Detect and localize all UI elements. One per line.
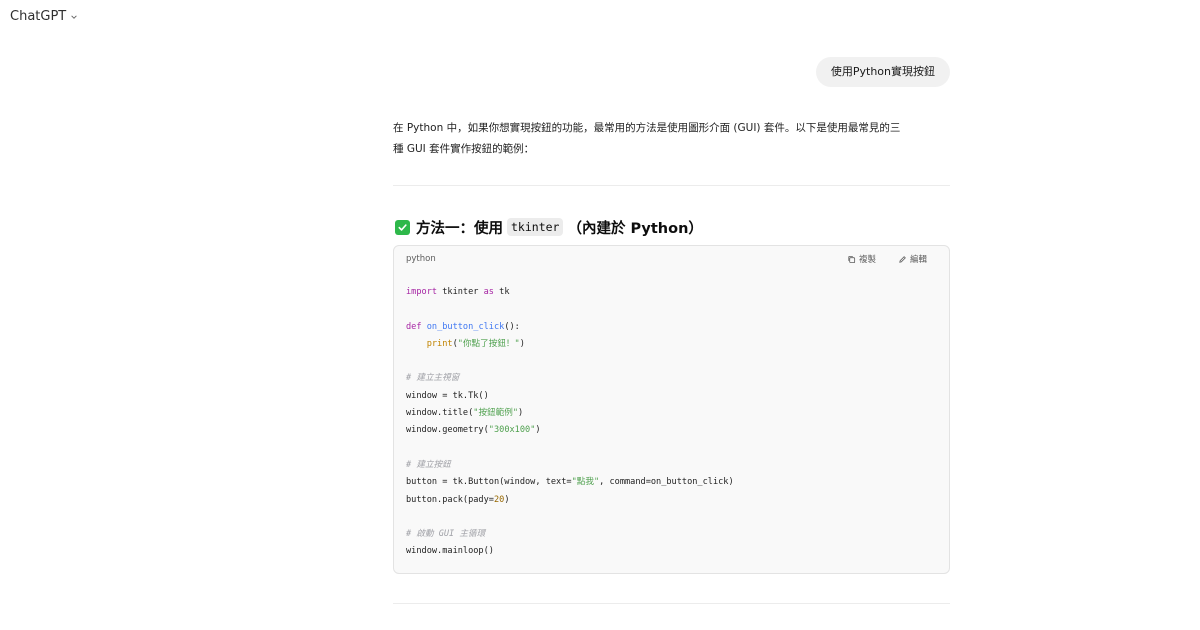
code-line: ​	[406, 440, 937, 457]
code-line: # 建立按鈕	[406, 459, 451, 470]
code-line: import tkinter as tk	[406, 287, 510, 297]
edit-label: 編輯	[909, 255, 927, 265]
code-line: def on_button_click():	[406, 321, 520, 332]
code-line: button.pack(pady=20)	[406, 494, 510, 505]
copy-label: 複製	[858, 255, 876, 265]
section-heading: 方法一：使用 tkinter （內建於 Python）	[393, 217, 950, 237]
user-message-text: 使用Python實現按鈕	[830, 65, 935, 78]
assistant-intro: 在 Python 中，如果你想實現按鈕的功能，最常用的方法是使用圖形介面 (GU…	[393, 118, 950, 160]
code-block-header: python 複製 編輯	[394, 246, 949, 272]
copy-code-button[interactable]: 複製	[847, 253, 876, 265]
code-line: ​	[406, 509, 937, 526]
code-line: window = tk.Tk()	[406, 390, 489, 401]
model-name: ChatGPT	[10, 9, 67, 24]
code-line: ​	[406, 301, 937, 318]
code-line: # 建立主視窗	[406, 373, 460, 384]
intro-line-2: 種 GUI 套件實作按鈕的範例：	[393, 143, 535, 155]
section-divider-bottom	[393, 603, 950, 604]
code-body: import tkinter as tk ​ def on_button_click…	[394, 272, 949, 561]
check-mark-icon	[395, 219, 410, 235]
intro-line-1: 在 Python 中，如果你想實現按鈕的功能，最常用的方法是使用圖形介面 (GU…	[393, 122, 901, 134]
code-line: button = tk.Button(window, text="點我", co…	[406, 477, 734, 488]
code-language-label: python	[406, 254, 436, 264]
edit-code-button[interactable]: 編輯	[898, 253, 927, 265]
code-line: window.title("按鈕範例")	[406, 408, 524, 419]
heading-inline-code: tkinter	[507, 218, 564, 236]
code-line: ​	[406, 353, 937, 370]
heading-prefix: 方法一：使用	[416, 220, 503, 237]
code-block: python 複製 編輯 import tkinter as tk def on…	[393, 245, 950, 574]
code-actions: 複製 編輯	[847, 253, 927, 265]
section-divider	[393, 185, 950, 186]
user-message-bubble: 使用Python實現按鈕	[815, 57, 950, 87]
code-line: window.geometry("300x100")	[406, 425, 541, 436]
model-switcher[interactable]: ChatGPT	[10, 9, 78, 24]
edit-icon	[899, 255, 906, 263]
heading-suffix: （內建於 Python）	[567, 220, 703, 237]
assistant-message: 在 Python 中，如果你想實現按鈕的功能，最常用的方法是使用圖形介面 (GU…	[393, 118, 950, 604]
chat-page: ChatGPT 使用Python實現按鈕 在 Python 中，如果你想實現按鈕…	[0, 0, 1200, 630]
code-line: # 啟動 GUI 主循環	[406, 529, 486, 540]
code-line: print("你點了按鈕！")	[426, 338, 525, 349]
chevron-down-icon	[71, 14, 77, 19]
copy-icon	[848, 255, 856, 263]
code-line: window.mainloop()	[406, 546, 494, 557]
